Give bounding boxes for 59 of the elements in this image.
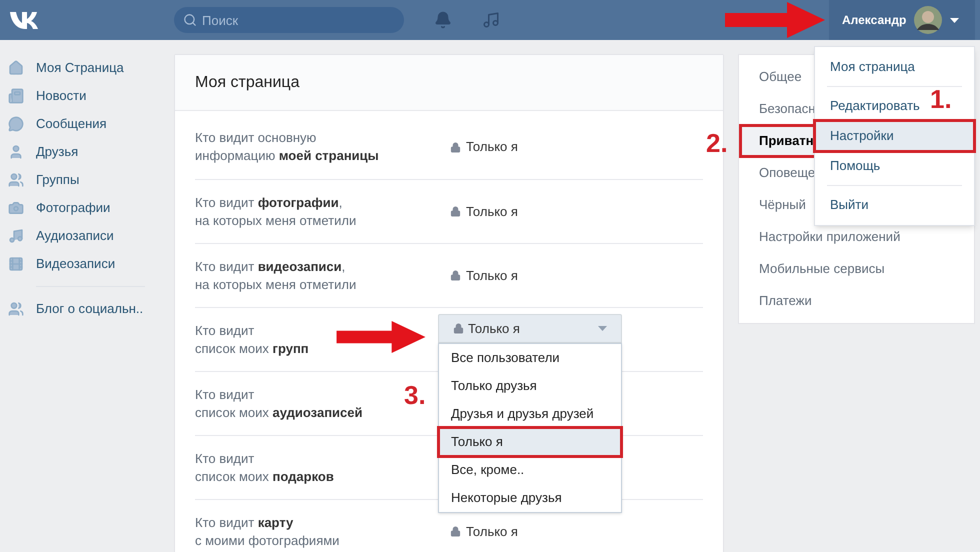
profile-menu-item[interactable]: Помощь — [815, 151, 896, 181]
sidebar-item-icon — [8, 144, 24, 160]
sidebar-item[interactable]: Фотографии — [8, 194, 155, 222]
avatar — [914, 6, 942, 34]
music-icon[interactable] — [482, 11, 500, 29]
lock-icon — [450, 206, 461, 217]
sidebar-item[interactable]: Видеозаписи — [8, 250, 155, 278]
step-number: 3. — [404, 382, 426, 408]
user-menu-button[interactable]: Александр — [829, 0, 975, 40]
search-field[interactable]: Поиск — [174, 7, 404, 33]
select-option[interactable]: Только друзья — [439, 372, 621, 400]
sidebar-item-icon — [8, 60, 24, 76]
privacy-select[interactable]: Только я — [438, 314, 622, 343]
notifications-icon[interactable] — [434, 11, 452, 29]
select-option[interactable]: Некоторые друзья — [439, 484, 621, 512]
sidebar-item-icon — [8, 200, 24, 216]
lock-icon — [450, 142, 461, 152]
privacy-question: Кто видит карту с моими фотографиями — [195, 514, 340, 550]
select-option[interactable]: Все пользователи — [439, 344, 621, 372]
sidebar-item-icon — [8, 301, 24, 317]
sidebar-item[interactable]: Сообщения — [8, 110, 155, 138]
select-option[interactable]: Только я — [439, 428, 621, 456]
privacy-value[interactable]: Только я — [438, 202, 518, 222]
step-number: 1. — [930, 86, 952, 112]
sidebar-item-icon — [8, 172, 24, 188]
privacy-value[interactable]: Только я — [438, 522, 518, 542]
caret-icon — [598, 326, 607, 331]
profile-menu-item[interactable]: Моя страница — [815, 52, 930, 82]
privacy-question: Кто видит список моих подарков — [195, 450, 334, 486]
card-title: Моя страница — [195, 72, 300, 92]
privacy-value[interactable]: Только я — [438, 266, 518, 286]
sidebar-item[interactable]: Друзья — [8, 138, 155, 166]
sidebar-item[interactable]: Аудиозаписи — [8, 222, 155, 250]
sidebar-item[interactable]: Группы — [8, 166, 155, 194]
privacy-question: Кто видит основную информацию моей страницы — [195, 129, 379, 165]
select-option[interactable]: Друзья и друзья друзей — [439, 400, 621, 428]
sidebar-item[interactable]: Новости — [8, 82, 155, 110]
select-option[interactable]: Все, кроме.. — [439, 456, 621, 484]
privacy-question: Кто видит фотографии, на которых меня отметили — [195, 194, 356, 230]
privacy-value[interactable]: Только я — [438, 137, 518, 157]
sidebar-item-icon — [8, 228, 24, 244]
caret-icon — [950, 18, 960, 22]
privacy-question: Кто видит список моих аудиозаписей — [195, 386, 362, 422]
sidebar-item[interactable]: Блог о социальн.. — [8, 295, 155, 323]
sidebar-item-icon — [8, 116, 24, 132]
sidebar-item-icon — [8, 256, 24, 272]
sidebar-item[interactable]: Моя Страница — [8, 54, 155, 82]
privacy-question: Кто видит список моих групп — [195, 322, 309, 358]
profile-menu-item[interactable]: Выйти — [815, 190, 884, 220]
lock-icon — [450, 270, 461, 281]
lock-icon — [450, 526, 461, 537]
settings-menu-item[interactable]: Платежи — [739, 285, 974, 317]
lock-icon — [453, 323, 464, 334]
search-icon — [183, 13, 197, 27]
profile-menu-item[interactable]: Настройки — [815, 121, 974, 151]
privacy-question: Кто видит видеозаписи, на которых меня отметили — [195, 258, 356, 294]
settings-menu-item[interactable]: Мобильные сервисы — [739, 253, 974, 285]
step-number: 2. — [706, 130, 728, 156]
sidebar-item-icon — [8, 88, 24, 104]
